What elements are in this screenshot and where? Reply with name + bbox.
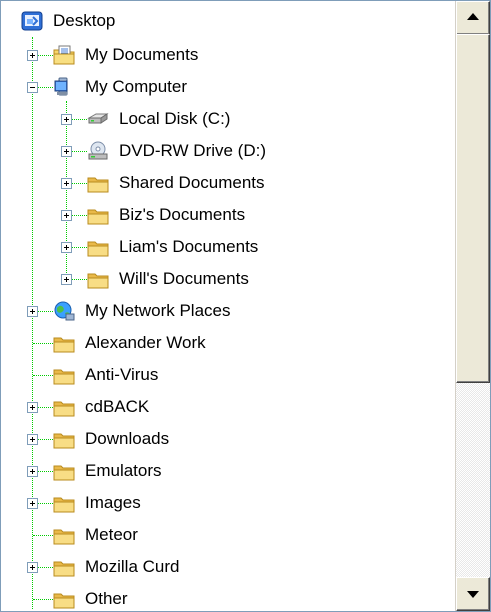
expand-dvd-drive-button[interactable] <box>61 146 72 157</box>
expand-shared-documents-button[interactable] <box>61 178 72 189</box>
tree-item-label: My Network Places <box>85 301 231 320</box>
vertical-scrollbar[interactable] <box>455 1 490 611</box>
folder-icon <box>53 465 75 481</box>
scroll-up-button[interactable] <box>456 1 490 35</box>
expand-images-button[interactable] <box>27 498 38 509</box>
folder-icon <box>53 401 75 417</box>
scroll-track[interactable] <box>456 383 490 579</box>
tree-item-label: My Computer <box>85 77 188 96</box>
tree-content: Desktop My Documents My Computer Local D… <box>1 1 456 611</box>
folder-icon <box>53 529 75 545</box>
collapse-my-computer-button[interactable] <box>27 82 38 93</box>
folder-icon <box>53 369 75 385</box>
dvd-drive-icon <box>88 141 108 160</box>
tree-connector <box>33 599 53 600</box>
expand-mozilla-curd-button[interactable] <box>27 562 38 573</box>
scroll-down-button[interactable] <box>456 577 490 611</box>
hard-disk-icon <box>87 113 109 124</box>
tree-item-label: Alexander Work <box>85 333 206 352</box>
tree-item-label: Anti-Virus <box>85 365 159 384</box>
folder-icon <box>53 497 75 513</box>
my-documents-icon <box>53 45 75 65</box>
expand-liam-documents-button[interactable] <box>61 242 72 253</box>
desktop-icon <box>21 11 43 31</box>
my-computer-icon <box>54 77 68 96</box>
folder-icon <box>53 337 75 353</box>
folder-icon <box>87 209 109 225</box>
tree-item-label: Images <box>85 493 141 512</box>
tree-connector <box>33 343 53 344</box>
tree-item-label: Liam's Documents <box>119 237 259 256</box>
tree-item-label: Desktop <box>53 11 116 30</box>
tree-item-label: DVD-RW Drive (D:) <box>119 141 267 160</box>
expand-local-disk-button[interactable] <box>61 114 72 125</box>
expand-will-documents-button[interactable] <box>61 274 72 285</box>
tree-connector <box>33 375 53 376</box>
tree-connector <box>66 101 67 281</box>
folder-icon <box>87 241 109 257</box>
arrow-down-icon <box>467 591 479 598</box>
expand-emulators-button[interactable] <box>27 466 38 477</box>
tree-item-label: Shared Documents <box>119 173 265 192</box>
folder-icon <box>53 561 75 577</box>
tree-item-label: Emulators <box>85 461 162 480</box>
tree-item-label: Will's Documents <box>119 269 249 288</box>
tree-connector <box>32 37 33 609</box>
folder-icon <box>53 593 75 609</box>
network-places-icon <box>54 301 75 321</box>
expand-my-documents-button[interactable] <box>27 50 38 61</box>
tree-item-label: My Documents <box>85 45 199 64</box>
tree-item-label: Other <box>85 589 128 608</box>
expand-my-network-places-button[interactable] <box>27 306 38 317</box>
tree-item-label: Mozilla Curd <box>85 557 180 576</box>
tree-item-label: Biz's Documents <box>119 205 246 224</box>
folder-icon <box>87 273 109 289</box>
folder-tree-view: Desktop My Documents My Computer Local D… <box>0 0 491 612</box>
tree-item-label: Local Disk (C:) <box>119 109 231 128</box>
tree-connector <box>33 535 53 536</box>
expand-biz-documents-button[interactable] <box>61 210 72 221</box>
scroll-thumb[interactable] <box>456 34 490 383</box>
tree-item-label: Downloads <box>85 429 170 448</box>
expand-cdback-button[interactable] <box>27 402 38 413</box>
tree-item-label: Meteor <box>85 525 138 544</box>
arrow-up-icon <box>467 13 479 20</box>
folder-icon <box>53 433 75 449</box>
tree-item-label: cdBACK <box>85 397 150 416</box>
folder-icon <box>87 177 109 193</box>
expand-downloads-button[interactable] <box>27 434 38 445</box>
